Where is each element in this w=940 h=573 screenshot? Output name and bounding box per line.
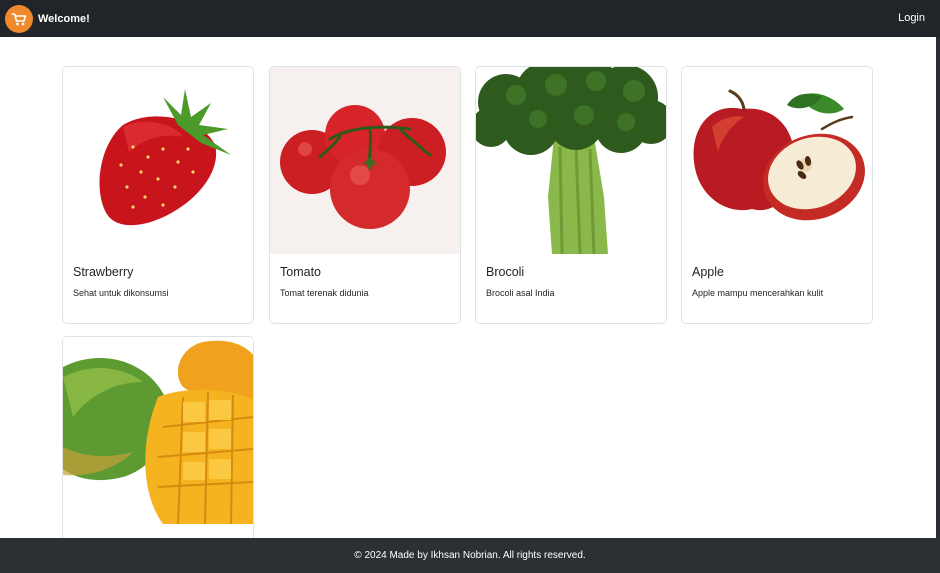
footer-text: © 2024 Made by Ikhsan Nobrian. All right… (354, 550, 586, 561)
product-title: Brocoli (486, 265, 525, 279)
product-card-strawberry[interactable]: Strawberry Sehat untuk dikonsumsi (62, 66, 254, 324)
product-card-tomato[interactable]: Tomato Tomat terenak didunia (269, 66, 461, 324)
product-grid: Strawberry Sehat untuk dikonsumsi Tomato… (0, 37, 936, 538)
product-description: Brocoli asal India (486, 288, 555, 298)
brand-text: Welcome! (38, 12, 90, 25)
product-title: Apple (692, 265, 724, 279)
mango-image (63, 337, 253, 524)
strawberry-image (63, 67, 253, 254)
tomato-image (270, 67, 460, 254)
product-description: Sehat untuk dikonsumsi (73, 288, 169, 298)
product-card-brocoli[interactable]: Brocoli Brocoli asal India (475, 66, 667, 324)
product-card-mango[interactable] (62, 336, 254, 538)
apple-image (682, 67, 872, 254)
shopping-cart-icon (5, 4, 33, 33)
product-description: Tomat terenak didunia (280, 288, 369, 298)
brocoli-image (476, 67, 666, 254)
navbar: Welcome! Login (0, 0, 940, 37)
product-description: Apple mampu mencerahkan kulit (692, 288, 824, 298)
brand[interactable]: Welcome! (5, 4, 90, 33)
footer: © 2024 Made by Ikhsan Nobrian. All right… (0, 538, 940, 573)
product-title: Tomato (280, 265, 321, 279)
login-link[interactable]: Login (898, 12, 925, 24)
scrollbar[interactable] (936, 37, 940, 538)
product-card-apple[interactable]: Apple Apple mampu mencerahkan kulit (681, 66, 873, 324)
product-title: Strawberry (73, 265, 134, 279)
